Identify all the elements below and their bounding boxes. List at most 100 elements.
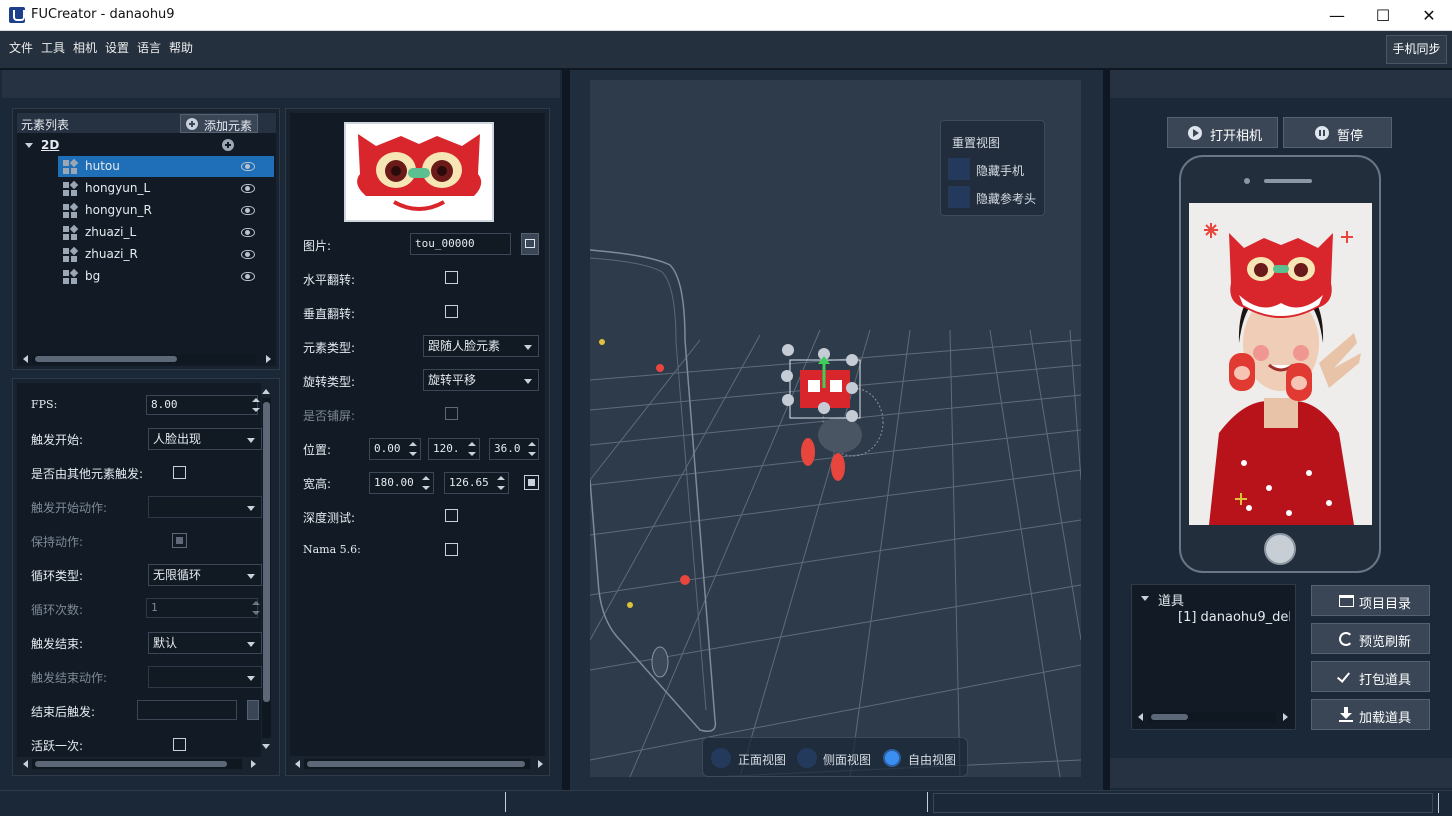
- properties-hscroll[interactable]: [304, 759, 530, 769]
- image-input[interactable]: tou_00000: [410, 233, 511, 255]
- element-type-select[interactable]: 跟随人脸元素: [423, 335, 539, 357]
- loop-type-select[interactable]: 无限循环: [148, 564, 262, 586]
- vflip-label: 垂直翻转:: [303, 307, 356, 321]
- free-view-radio[interactable]: [883, 749, 901, 767]
- hide-ref-head-label: 隐藏参考头: [976, 192, 1037, 206]
- scroll-right-arrow-2[interactable]: [251, 760, 256, 768]
- element-row[interactable]: hongyun_L: [58, 178, 274, 199]
- link-button[interactable]: [247, 700, 259, 720]
- pause-button[interactable]: 暂停: [1283, 117, 1392, 148]
- menu-tools[interactable]: 工具: [41, 39, 65, 56]
- front-view-radio[interactable]: [711, 748, 731, 768]
- phone-sync-button[interactable]: 手机同步: [1386, 35, 1447, 64]
- scroll-left-arrow-3[interactable]: [295, 760, 300, 768]
- add-element-button[interactable]: 添加元素: [180, 114, 258, 133]
- trigger-hscroll[interactable]: [32, 759, 242, 769]
- hflip-checkbox[interactable]: [445, 271, 458, 284]
- scroll-right-arrow-3[interactable]: [538, 760, 543, 768]
- scroll-left-arrow[interactable]: [23, 355, 28, 363]
- status-sep-2: [927, 792, 928, 812]
- element-row[interactable]: hutou: [58, 156, 274, 177]
- load-prop-button[interactable]: 加载道具: [1311, 699, 1430, 730]
- props-scroll-left[interactable]: [1138, 713, 1143, 721]
- element-row[interactable]: zhuazi_L: [58, 222, 274, 243]
- maximize-button[interactable]: ☐: [1360, 0, 1406, 31]
- scroll-down-arrow[interactable]: [262, 744, 270, 749]
- element-image-preview[interactable]: [344, 122, 494, 222]
- menu-camera[interactable]: 相机: [73, 39, 97, 56]
- trigger-vscroll[interactable]: [262, 398, 271, 738]
- open-camera-button[interactable]: 打开相机: [1167, 117, 1278, 148]
- fps-spinner[interactable]: [251, 395, 261, 415]
- project-dir-button[interactable]: 项目目录: [1311, 585, 1430, 616]
- trigger-end-action-select[interactable]: [148, 666, 262, 688]
- fullscreen-checkbox[interactable]: [445, 407, 458, 420]
- hide-phone-toggle[interactable]: [948, 158, 970, 180]
- position-y-spinner[interactable]: [467, 439, 477, 459]
- splitter-right[interactable]: [1103, 70, 1110, 790]
- scroll-left-arrow-2[interactable]: [23, 760, 28, 768]
- active-once-checkbox[interactable]: [173, 738, 186, 751]
- scroll-up-arrow[interactable]: [262, 389, 270, 394]
- pack-prop-label: 打包道具: [1359, 673, 1412, 688]
- element-list-hscroll[interactable]: [32, 354, 256, 364]
- lock-ratio-checkbox[interactable]: [524, 475, 539, 490]
- visibility-eye-icon[interactable]: [241, 272, 255, 281]
- element-row[interactable]: bg: [58, 266, 274, 287]
- height-spinner[interactable]: [496, 473, 506, 493]
- hflip-label: 水平翻转:: [303, 273, 356, 287]
- width-spinner[interactable]: [421, 473, 431, 493]
- props-hscroll[interactable]: [1148, 712, 1276, 722]
- position-z-spinner[interactable]: [527, 439, 537, 459]
- collapse-arrow-icon[interactable]: [25, 143, 33, 148]
- trigger-end-select[interactable]: 默认: [148, 632, 262, 654]
- nama-checkbox[interactable]: [445, 543, 458, 556]
- menu-settings[interactable]: 设置: [105, 39, 129, 56]
- rotate-type-select[interactable]: 旋转平移: [423, 369, 539, 391]
- keep-action-checkbox[interactable]: [172, 533, 187, 548]
- trigger-start-action-select[interactable]: [148, 496, 262, 518]
- hide-ref-head-toggle[interactable]: [948, 186, 970, 208]
- menu-language[interactable]: 语言: [137, 39, 161, 56]
- after-end-trigger-input[interactable]: [137, 700, 237, 720]
- preview-refresh-button[interactable]: 预览刷新: [1311, 623, 1430, 654]
- fps-input[interactable]: 8.00: [146, 395, 258, 415]
- browse-image-button[interactable]: [521, 233, 539, 255]
- visibility-eye-icon[interactable]: [241, 206, 255, 215]
- trigger-start-select[interactable]: 人脸出现: [148, 428, 262, 450]
- minimize-button[interactable]: —: [1314, 0, 1360, 31]
- add-group-icon[interactable]: [222, 139, 234, 151]
- props-root[interactable]: 道具: [1158, 590, 1184, 609]
- image-label: 图片:: [303, 239, 332, 253]
- element-row[interactable]: zhuazi_R: [58, 244, 274, 265]
- scroll-right-arrow[interactable]: [266, 355, 271, 363]
- props-collapse-icon[interactable]: [1141, 596, 1149, 601]
- right-dock-header: [1110, 70, 1452, 98]
- reset-view-button[interactable]: 重置视图: [952, 134, 1000, 151]
- loop-count-spinner[interactable]: [251, 598, 261, 618]
- loop-count-input[interactable]: 1: [146, 598, 258, 618]
- vflip-checkbox[interactable]: [445, 305, 458, 318]
- props-item[interactable]: [1] danaohu9_debu: [1178, 610, 1290, 625]
- element-type-label: 元素类型:: [303, 341, 356, 355]
- depth-test-checkbox[interactable]: [445, 509, 458, 522]
- triggered-by-other-checkbox[interactable]: [173, 466, 186, 479]
- group-2d[interactable]: 2D: [41, 138, 59, 152]
- visibility-eye-icon[interactable]: [241, 228, 255, 237]
- side-view-radio[interactable]: [797, 748, 817, 768]
- props-scroll-right[interactable]: [1283, 713, 1288, 721]
- close-button[interactable]: ✕: [1406, 0, 1452, 31]
- menu-help[interactable]: 帮助: [169, 39, 193, 56]
- menu-file[interactable]: 文件: [9, 39, 33, 56]
- element-list-title: 元素列表: [21, 118, 70, 132]
- pack-prop-button[interactable]: 打包道具: [1311, 661, 1430, 692]
- position-x-spinner[interactable]: [408, 439, 418, 459]
- load-prop-label: 加载道具: [1359, 711, 1412, 726]
- visibility-eye-icon[interactable]: [241, 162, 255, 171]
- phone-speaker: [1264, 179, 1312, 183]
- element-row[interactable]: hongyun_R: [58, 200, 274, 221]
- visibility-eye-icon[interactable]: [241, 184, 255, 193]
- splitter-left[interactable]: [562, 70, 570, 790]
- visibility-eye-icon[interactable]: [241, 250, 255, 259]
- depth-test-label: 深度测试:: [303, 511, 356, 525]
